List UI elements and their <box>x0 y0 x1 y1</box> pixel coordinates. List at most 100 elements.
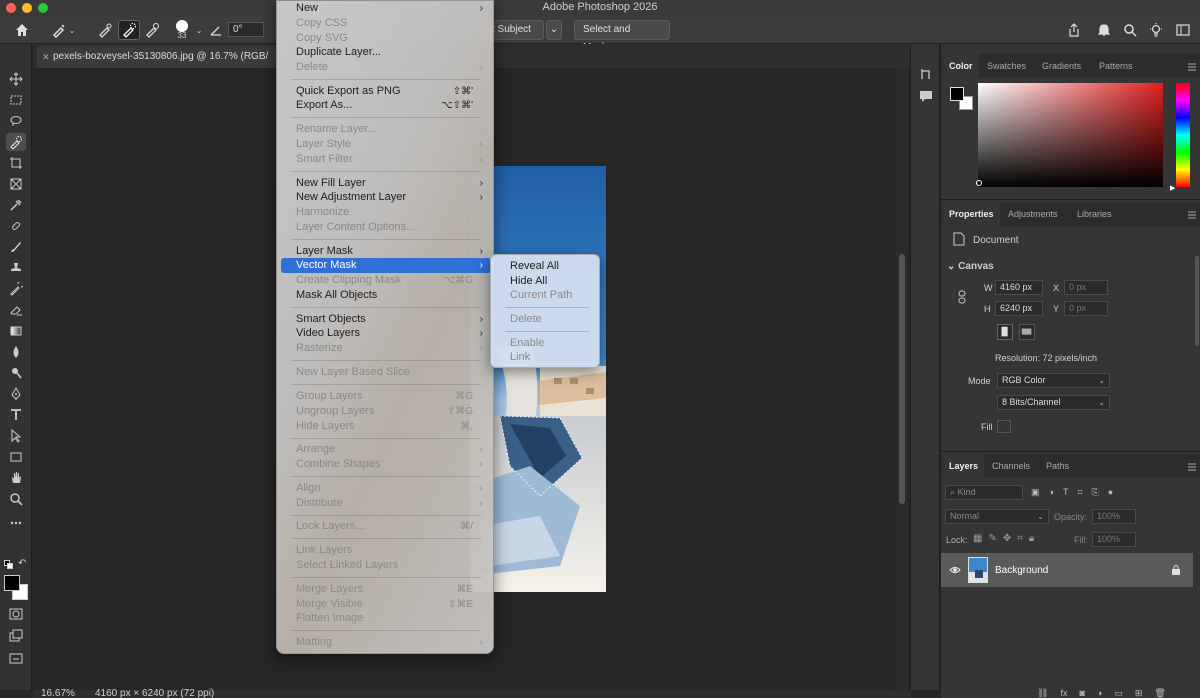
swap-colors-icon[interactable]: ↶ <box>18 558 26 569</box>
add-to-selection-brush-icon[interactable] <box>118 20 140 40</box>
portrait-orientation-icon[interactable] <box>997 324 1013 340</box>
menu-item-smart-filter[interactable]: Smart Filter › <box>281 152 491 167</box>
share-icon[interactable] <box>1064 20 1084 40</box>
submenu-item-delete[interactable]: Delete <box>495 312 597 327</box>
tab-libraries[interactable]: Libraries <box>1071 202 1118 226</box>
menu-item-mask-all-objects[interactable]: Mask All Objects <box>281 288 491 303</box>
tab-channels[interactable]: Channels <box>986 454 1036 478</box>
lightbulb-icon[interactable] <box>1146 20 1166 40</box>
panel-menu-icon[interactable] <box>1188 210 1196 219</box>
menu-item-quick-export-png[interactable]: Quick Export as PNG ⇧⌘' <box>281 84 491 99</box>
panel-menu-icon[interactable] <box>1188 62 1196 71</box>
tab-color[interactable]: Color <box>943 54 979 78</box>
color-field[interactable] <box>976 83 1163 187</box>
menu-item-new-fill-layer[interactable]: New Fill Layer › <box>281 176 491 191</box>
properties-scrollbar[interactable] <box>1195 256 1199 346</box>
notifications-bell-icon[interactable] <box>1094 20 1114 40</box>
canvas-section-header[interactable]: ⌄ Canvas <box>947 261 994 272</box>
move-tool-icon[interactable] <box>6 70 26 88</box>
menu-item-new-layer-based-slice[interactable]: New Layer Based Slice <box>281 365 491 380</box>
smart-object-filter-icon[interactable]: ⎘ <box>1092 487 1099 499</box>
add-mask-icon[interactable]: ◙ <box>1079 688 1084 698</box>
new-selection-brush-icon[interactable] <box>95 20 115 40</box>
quick-mask-icon[interactable] <box>6 605 26 623</box>
screen-mode-icon[interactable] <box>6 627 26 645</box>
shape-filter-icon[interactable]: ⌗ <box>1077 487 1082 499</box>
menu-item-duplicate-layer[interactable]: Duplicate Layer... <box>281 45 491 60</box>
history-brush-tool-icon[interactable] <box>6 280 26 298</box>
more-tools-icon[interactable] <box>6 514 26 532</box>
menu-item-harmonize[interactable]: Harmonize <box>281 205 491 220</box>
document-tab[interactable]: ✕ pexels-bozveysel-35130806.jpg @ 16.7% … <box>37 46 277 68</box>
submenu-item-hide-all[interactable]: Hide All <box>495 274 597 289</box>
menu-item-layer-content-options[interactable]: Layer Content Options... <box>281 220 491 235</box>
scrollbar-thumb[interactable] <box>899 254 905 504</box>
zoom-level[interactable]: 16.67% <box>41 688 75 698</box>
brush-size-chevron-icon[interactable]: ⌄ <box>194 20 204 40</box>
delete-layer-icon[interactable]: 🗑︎ <box>1154 688 1165 698</box>
menu-item-new-adjustment-layer[interactable]: New Adjustment Layer › <box>281 190 491 205</box>
menu-item-delete[interactable]: Delete › <box>281 60 491 75</box>
tab-swatches[interactable]: Swatches <box>981 54 1032 78</box>
zoom-tool-icon[interactable] <box>6 490 26 508</box>
blur-tool-icon[interactable] <box>6 343 26 361</box>
type-tool-icon[interactable] <box>6 406 26 424</box>
tab-patterns[interactable]: Patterns <box>1093 54 1139 78</box>
lasso-tool-icon[interactable] <box>6 112 26 130</box>
select-and-mask-button[interactable]: Select and Mask... <box>574 20 670 53</box>
menu-item-layer-style[interactable]: Layer Style › <box>281 137 491 152</box>
menu-item-merge-layers[interactable]: Merge Layers ⌘E <box>281 582 491 597</box>
menu-item-merge-visible[interactable]: Merge Visible ⇧⌘E <box>281 597 491 612</box>
quick-selection-tool-icon[interactable] <box>6 133 26 151</box>
menu-item-new[interactable]: New › <box>281 1 491 16</box>
panel-menu-icon[interactable] <box>1188 462 1196 471</box>
link-dimensions-icon[interactable] <box>957 290 967 304</box>
rectangle-tool-icon[interactable] <box>6 448 26 466</box>
menu-item-lock-layers[interactable]: Lock Layers... ⌘/ <box>281 519 491 534</box>
menu-item-group-layers[interactable]: Group Layers ⌘G <box>281 389 491 404</box>
brush-tool-icon[interactable] <box>6 238 26 256</box>
healing-brush-tool-icon[interactable] <box>6 217 26 235</box>
menu-item-rename-layer[interactable]: Rename Layer... <box>281 122 491 137</box>
search-icon[interactable] <box>1120 20 1140 40</box>
tab-adjustments[interactable]: Adjustments <box>1002 202 1064 226</box>
menu-item-copy-css[interactable]: Copy CSS <box>281 16 491 31</box>
menu-item-combine-shapes[interactable]: Combine Shapes › <box>281 457 491 472</box>
select-subject-dropdown-icon[interactable]: ⌄ <box>546 20 562 40</box>
path-selection-tool-icon[interactable] <box>6 427 26 445</box>
vertical-scrollbar[interactable] <box>896 68 908 690</box>
fx-icon[interactable]: fx <box>1060 688 1067 698</box>
menu-item-copy-svg[interactable]: Copy SVG <box>281 31 491 46</box>
menu-item-ungroup-layers[interactable]: Ungroup Layers ⇧⌘G <box>281 404 491 419</box>
brush-size-picker[interactable]: 33 <box>172 20 192 40</box>
lock-all-icon[interactable]: 🔒︎ <box>1029 533 1034 545</box>
menu-item-align[interactable]: Align › <box>281 481 491 496</box>
menu-item-smart-objects[interactable]: Smart Objects › <box>281 312 491 327</box>
bit-depth-select[interactable]: 8 Bits/Channel ⌄ <box>997 395 1110 410</box>
edit-toolbar-icon[interactable] <box>6 649 26 667</box>
fill-color-swatch[interactable] <box>997 420 1011 433</box>
lock-pixels-icon[interactable]: ✎ <box>988 533 996 545</box>
layer-filter-select[interactable]: ⌕ Kind <box>945 485 1023 500</box>
tool-preset-picker[interactable]: ⌄ <box>46 20 80 40</box>
adjustment-filter-icon[interactable]: ◑ <box>1049 487 1054 499</box>
eye-icon[interactable] <box>949 564 961 576</box>
default-colors-icon[interactable] <box>4 560 14 570</box>
y-input[interactable]: 0 px <box>1064 301 1108 316</box>
mode-select[interactable]: RGB Color ⌄ <box>997 373 1110 388</box>
link-layers-icon[interactable]: ⛓︎ <box>1037 688 1048 698</box>
menu-item-matting[interactable]: Matting › <box>281 635 491 650</box>
crop-tool-icon[interactable] <box>6 154 26 172</box>
foreground-color-chip[interactable] <box>950 87 964 101</box>
new-group-icon[interactable]: ▭ <box>1114 688 1123 698</box>
menu-item-export-as[interactable]: Export As... ⌥⇧⌘' <box>281 98 491 113</box>
submenu-item-reveal-all[interactable]: Reveal All <box>495 259 597 274</box>
menu-item-create-clipping-mask[interactable]: Create Clipping Mask ⌥⌘G <box>281 273 491 288</box>
tab-paths[interactable]: Paths <box>1040 454 1075 478</box>
hue-slider[interactable] <box>1176 83 1190 187</box>
menu-item-link-layers[interactable]: Link Layers <box>281 543 491 558</box>
tab-gradients[interactable]: Gradients <box>1036 54 1087 78</box>
home-icon[interactable] <box>10 20 34 40</box>
eyedropper-tool-icon[interactable] <box>6 196 26 214</box>
clone-stamp-tool-icon[interactable] <box>6 259 26 277</box>
